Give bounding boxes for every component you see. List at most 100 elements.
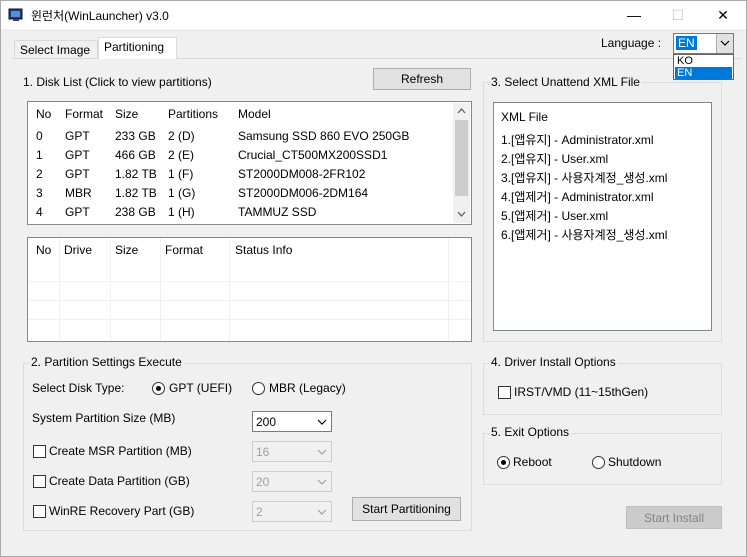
grid-line [28, 281, 471, 282]
gpt-label[interactable]: GPT (UEFI) [169, 381, 232, 395]
disk-format: GPT [65, 205, 90, 219]
unattend-title: 3. Select Unattend XML File [489, 75, 642, 89]
col-no: No [36, 243, 52, 257]
xml-file-name: 4.[앱제거] - Administrator.xml [501, 190, 654, 204]
xml-file-header: XML File [501, 110, 548, 124]
data-partition-checkbox[interactable] [33, 475, 46, 488]
start-install-label: Start Install [643, 510, 705, 525]
start-install-button[interactable]: Start Install [626, 506, 722, 529]
tab-partitioning-label: Partitioning [104, 40, 165, 54]
scrollbar-thumb[interactable] [455, 120, 468, 196]
mbr-label[interactable]: MBR (Legacy) [269, 381, 346, 395]
language-dropdown-list: KO EN [673, 54, 734, 80]
maximize-button[interactable]: ☐ [655, 1, 701, 29]
shutdown-label[interactable]: Shutdown [608, 455, 661, 469]
col-partitions: Partitions [168, 107, 219, 121]
msr-checkbox[interactable] [33, 445, 46, 458]
start-partitioning-label: Start Partitioning [362, 502, 451, 516]
grid-line [28, 300, 471, 301]
chevron-down-icon [317, 449, 327, 455]
disk-row[interactable]: 4 GPT 238 GB 1 (H) TAMMUZ SSD [28, 203, 453, 222]
xml-file-item[interactable]: 6.[앱제거] - 사용자계정_생성.xml [494, 224, 711, 243]
system-size-select[interactable]: 200 [252, 411, 332, 432]
xml-file-item[interactable]: 5.[앱제거] - User.xml [494, 205, 711, 224]
winre-checkbox[interactable] [33, 505, 46, 518]
tab-select-image-label: Select Image [20, 43, 91, 57]
xml-file-item[interactable]: 2.[앱유지] - User.xml [494, 148, 711, 167]
disk-list[interactable]: No Format Size Partitions Model 0 GPT 23… [27, 101, 472, 225]
disk-no: 0 [36, 129, 43, 143]
xml-file-name: 6.[앱제거] - 사용자계정_생성.xml [501, 228, 668, 242]
minimize-button[interactable]: — [611, 1, 657, 29]
chevron-down-icon [720, 40, 730, 46]
partition-settings-title: 2. Partition Settings Execute [29, 355, 184, 369]
data-size-select[interactable]: 20 [252, 471, 332, 492]
disk-size: 1.82 TB [115, 167, 157, 181]
grid-line [59, 238, 60, 341]
disk-no: 3 [36, 186, 43, 200]
xml-file-name: 3.[앱유지] - 사용자계정_생성.xml [501, 171, 668, 185]
msr-size-select[interactable]: 16 [252, 441, 332, 462]
mbr-radio[interactable] [252, 382, 265, 395]
xml-file-item[interactable]: 4.[앱제거] - Administrator.xml [494, 186, 711, 205]
chevron-down-icon[interactable] [457, 211, 466, 217]
disk-partitions: 1 (F) [168, 167, 194, 181]
disk-row[interactable]: 3 MBR 1.82 TB 1 (G) ST2000DM006-2DM164 [28, 184, 453, 203]
tab-select-image[interactable]: Select Image [14, 40, 98, 59]
gpt-radio[interactable] [152, 382, 165, 395]
grid-line [28, 319, 471, 320]
tab-partitioning[interactable]: Partitioning [98, 37, 177, 59]
partition-list[interactable]: No Drive Size Format Status Info [27, 237, 472, 342]
disk-row[interactable]: 0 GPT 233 GB 2 (D) Samsung SSD 860 EVO 2… [28, 127, 453, 146]
disk-format: GPT [65, 167, 90, 181]
winre-size-value: 2 [256, 505, 263, 519]
refresh-button[interactable]: Refresh [373, 68, 471, 90]
disk-partitions: 2 (D) [168, 129, 195, 143]
xml-file-item[interactable]: 1.[앱유지] - Administrator.xml [494, 129, 711, 148]
disk-model: Samsung SSD 860 EVO 250GB [238, 129, 410, 143]
reboot-label[interactable]: Reboot [513, 455, 552, 469]
disk-list-header: No Format Size Partitions Model [28, 105, 453, 124]
shutdown-radio[interactable] [592, 456, 605, 469]
disk-row[interactable]: 2 GPT 1.82 TB 1 (F) ST2000DM008-2FR102 [28, 165, 453, 184]
language-selected: EN [676, 36, 697, 50]
data-size-value: 20 [256, 475, 270, 489]
language-option-ko[interactable]: KO [675, 55, 732, 67]
reboot-radio[interactable] [497, 456, 510, 469]
title-bar: 윈런처(WinLauncher) v3.0 — ☐ ✕ [1, 1, 746, 29]
language-select[interactable]: EN [673, 33, 734, 54]
refresh-button-label: Refresh [400, 72, 444, 86]
disk-partitions: 1 (G) [168, 186, 196, 200]
grid-line [110, 238, 111, 341]
language-option-en[interactable]: EN [675, 67, 732, 79]
grid-line [448, 238, 449, 341]
exit-options-title: 5. Exit Options [489, 425, 572, 439]
col-size: Size [115, 243, 139, 257]
partition-list-header: No Drive Size Format Status Info [28, 238, 471, 262]
winre-size-select[interactable]: 2 [252, 501, 332, 522]
msr-label[interactable]: Create MSR Partition (MB) [49, 444, 192, 458]
col-format: Format [65, 107, 104, 121]
winre-label[interactable]: WinRE Recovery Part (GB) [49, 504, 194, 518]
disk-type-label: Select Disk Type: [32, 381, 125, 395]
disk-partitions: 2 (E) [168, 148, 195, 162]
disk-row[interactable]: 1 GPT 466 GB 2 (E) Crucial_CT500MX200SSD… [28, 146, 453, 165]
driver-title: 4. Driver Install Options [489, 355, 618, 369]
chevron-down-icon [317, 509, 327, 515]
grid-line [229, 238, 230, 341]
system-size-label: System Partition Size (MB) [32, 411, 176, 425]
close-button[interactable]: ✕ [700, 1, 746, 29]
start-partitioning-button[interactable]: Start Partitioning [352, 497, 461, 521]
disk-list-title: 1. Disk List (Click to view partitions) [23, 75, 212, 89]
disk-list-scrollbar[interactable] [453, 103, 470, 223]
irst-label[interactable]: IRST/VMD (11~15thGen) [514, 385, 648, 399]
col-drive: Drive [64, 243, 93, 257]
chevron-up-icon[interactable] [457, 108, 466, 114]
disk-model: TAMMUZ SSD [238, 205, 317, 219]
xml-file-item[interactable]: 3.[앱유지] - 사용자계정_생성.xml [494, 167, 711, 186]
language-dropdown-button[interactable] [716, 34, 733, 53]
irst-checkbox[interactable] [498, 386, 511, 399]
xml-file-list[interactable]: XML File 1.[앱유지] - Administrator.xml 2.[… [493, 102, 712, 331]
window-title: 윈런처(WinLauncher) v3.0 [31, 9, 169, 23]
data-partition-label[interactable]: Create Data Partition (GB) [49, 474, 190, 488]
